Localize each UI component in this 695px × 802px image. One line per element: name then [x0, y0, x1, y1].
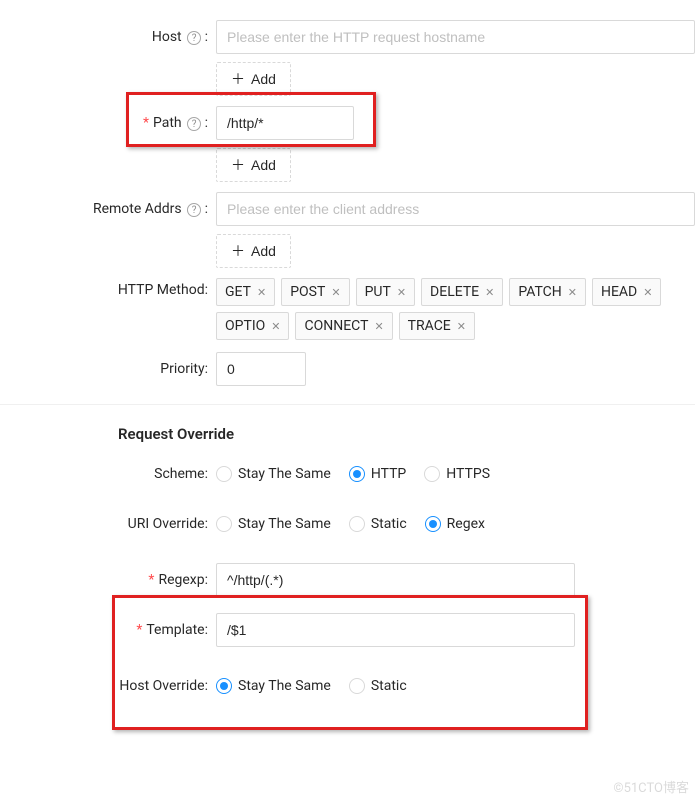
plus-icon: ＋ — [231, 72, 245, 86]
host-input[interactable] — [216, 20, 695, 54]
uri-override-radio[interactable]: Regex — [425, 516, 485, 532]
plus-icon: ＋ — [231, 158, 245, 172]
method-tag[interactable]: DELETE✕ — [421, 278, 503, 306]
method-tag[interactable]: POST✕ — [281, 278, 349, 306]
close-icon[interactable]: ✕ — [257, 286, 266, 299]
method-tag[interactable]: PUT✕ — [356, 278, 415, 306]
method-label: HTTP Method: — [0, 278, 216, 298]
scheme-label: Scheme: — [0, 466, 216, 482]
host-override-radio[interactable]: Static — [349, 678, 407, 694]
method-tag[interactable]: GET✕ — [216, 278, 275, 306]
watermark: ©51CTO博客 — [613, 777, 689, 796]
close-icon[interactable]: ✕ — [568, 286, 577, 299]
method-tag[interactable]: OPTIO✕ — [216, 312, 289, 340]
regexp-input[interactable] — [216, 563, 575, 597]
help-icon[interactable]: ? — [187, 117, 201, 131]
radio-icon — [216, 516, 232, 532]
path-add-button[interactable]: ＋ Add — [216, 148, 291, 182]
plus-icon: ＋ — [231, 244, 245, 258]
uri-override-radio[interactable]: Stay The Same — [216, 516, 331, 532]
priority-input[interactable] — [216, 352, 306, 386]
request-override-title: Request Override — [118, 425, 695, 443]
priority-label: Priority: — [0, 361, 216, 377]
close-icon[interactable]: ✕ — [397, 286, 406, 299]
scheme-radio[interactable]: HTTPS — [424, 466, 490, 482]
radio-icon — [424, 466, 440, 482]
remote-input[interactable] — [216, 192, 695, 226]
radio-icon — [216, 466, 232, 482]
close-icon[interactable]: ✕ — [331, 286, 340, 299]
radio-icon — [349, 516, 365, 532]
method-tag[interactable]: HEAD✕ — [592, 278, 661, 306]
close-icon[interactable]: ✕ — [271, 320, 280, 333]
help-icon[interactable]: ? — [187, 203, 201, 217]
host-add-button[interactable]: ＋ Add — [216, 62, 291, 96]
template-label: *Template: — [0, 622, 216, 638]
radio-icon — [349, 466, 365, 482]
method-tag[interactable]: TRACE✕ — [399, 312, 475, 340]
host-label: Host ? : — [0, 29, 216, 46]
help-icon[interactable]: ? — [187, 31, 201, 45]
close-icon[interactable]: ✕ — [457, 320, 466, 333]
host-override-label: Host Override: — [0, 678, 216, 694]
close-icon[interactable]: ✕ — [485, 286, 494, 299]
radio-icon — [349, 678, 365, 694]
remote-label: Remote Addrs ? : — [0, 201, 216, 218]
method-tag[interactable]: PATCH✕ — [509, 278, 586, 306]
path-label: *Path ? : — [0, 115, 216, 132]
uri-override-radio[interactable]: Static — [349, 516, 407, 532]
radio-icon — [216, 678, 232, 694]
host-override-radio[interactable]: Stay The Same — [216, 678, 331, 694]
remote-add-button[interactable]: ＋ Add — [216, 234, 291, 268]
close-icon[interactable]: ✕ — [374, 320, 383, 333]
close-icon[interactable]: ✕ — [643, 286, 652, 299]
uri-override-label: URI Override: — [0, 516, 216, 532]
radio-icon — [425, 516, 441, 532]
scheme-radio[interactable]: HTTP — [349, 466, 406, 482]
path-input[interactable] — [216, 106, 354, 140]
regexp-label: *Regexp: — [0, 572, 216, 588]
method-tag[interactable]: CONNECT✕ — [295, 312, 392, 340]
scheme-radio[interactable]: Stay The Same — [216, 466, 331, 482]
template-input[interactable] — [216, 613, 575, 647]
